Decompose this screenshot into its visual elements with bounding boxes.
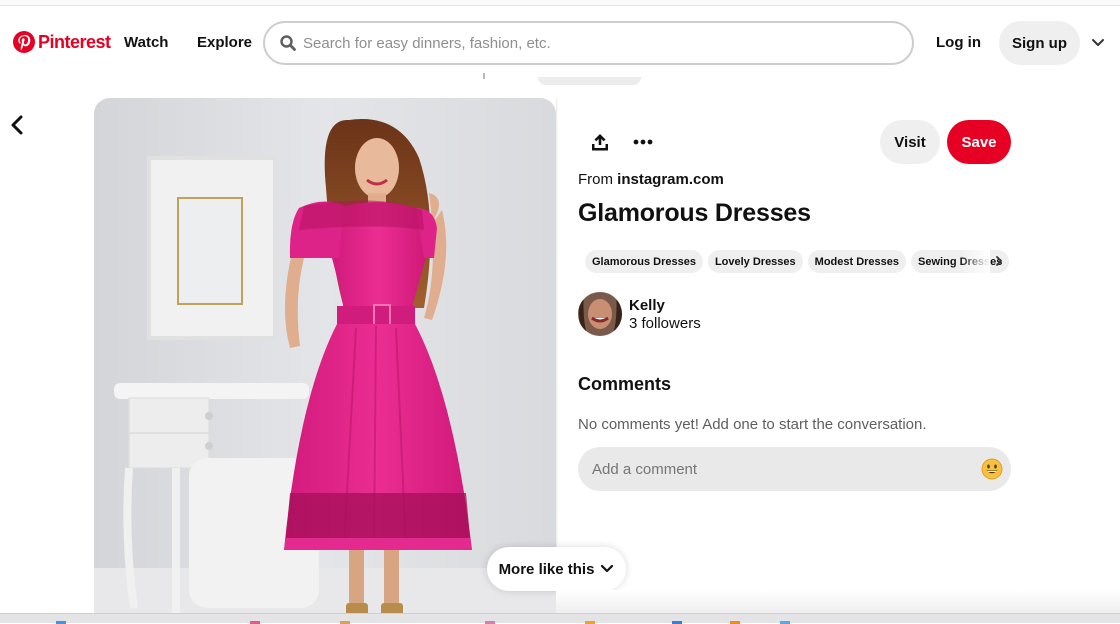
os-taskbar	[0, 613, 1120, 624]
login-button[interactable]: Log in	[936, 34, 981, 51]
chevron-right-icon[interactable]	[993, 254, 1005, 268]
ellipsis-icon	[633, 139, 653, 145]
save-button[interactable]: Save	[947, 120, 1011, 164]
tags-fade-overlay	[960, 250, 990, 274]
search-bar[interactable]	[263, 21, 914, 65]
tag-chip[interactable]: Modest Dresses	[807, 250, 907, 273]
source-link[interactable]: instagram.com	[617, 171, 724, 188]
nav-explore[interactable]: Explore	[197, 34, 252, 51]
search-icon	[280, 35, 296, 51]
no-comments-text: No comments yet! Add one to start the co…	[578, 416, 927, 433]
comments-heading: Comments	[578, 374, 672, 394]
visit-button[interactable]: Visit	[880, 120, 940, 164]
pin-image[interactable]	[94, 98, 556, 618]
creator-name[interactable]: Kelly	[629, 297, 665, 314]
pinterest-logo-icon	[13, 31, 35, 53]
pinterest-logo-link[interactable]: Pinterest	[13, 31, 111, 53]
bottom-fade	[556, 590, 1120, 614]
creator-followers: 3 followers	[629, 315, 701, 332]
pin-title: Glamorous Dresses	[578, 199, 811, 227]
chevron-down-icon	[601, 564, 614, 573]
top-navigation: Pinterest Watch Explore Log in Sign up	[0, 6, 1120, 78]
tag-chip[interactable]: Lovely Dresses	[707, 250, 803, 273]
related-tags: Glamorous Dresses Lovely Dresses Modest …	[585, 250, 1010, 274]
image-edge	[556, 98, 558, 618]
more-like-this-label: More like this	[498, 560, 595, 578]
share-upload-icon	[592, 134, 608, 151]
pin-source: From instagram.com	[578, 171, 724, 188]
more-like-this-button[interactable]: More like this	[487, 547, 626, 591]
tag-chip[interactable]: Glamorous Dresses	[585, 250, 703, 273]
more-options-button[interactable]	[627, 126, 659, 158]
brand-name: Pinterest	[38, 31, 111, 52]
smiley-emoji-icon[interactable]	[981, 458, 1003, 480]
creator-avatar[interactable]	[578, 292, 622, 336]
search-input[interactable]	[303, 34, 883, 52]
signup-button[interactable]: Sign up	[999, 21, 1080, 65]
share-button[interactable]	[584, 126, 616, 158]
chevron-left-icon[interactable]	[8, 114, 28, 136]
faded-tab-indicator	[538, 77, 641, 85]
comment-input[interactable]	[592, 460, 962, 478]
chevron-down-icon[interactable]	[1090, 36, 1106, 50]
source-prefix: From	[578, 171, 613, 188]
nav-watch[interactable]: Watch	[124, 34, 168, 51]
comment-box[interactable]	[578, 447, 1011, 491]
faded-indicator	[483, 73, 485, 79]
